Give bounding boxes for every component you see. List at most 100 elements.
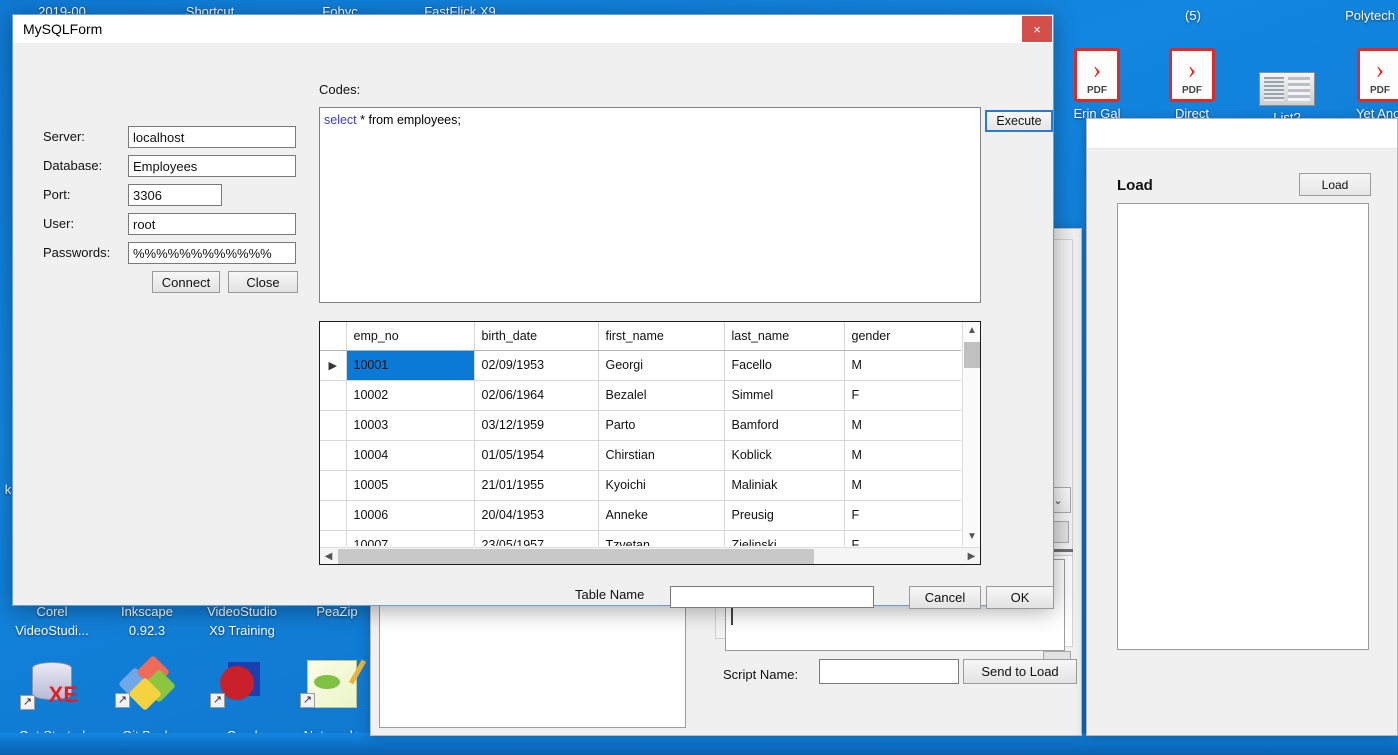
cell-first_name[interactable]: Anneke (598, 500, 725, 531)
oracle-get-started-icon[interactable]: XE ↗ (20, 660, 84, 710)
dialog-titlebar[interactable]: MySQLForm × (13, 15, 1053, 44)
row-marker[interactable] (320, 380, 347, 411)
pdf-file-icon[interactable]: › (1067, 48, 1127, 102)
load-window[interactable]: Load Load (1086, 118, 1398, 736)
field-input-4[interactable]: %%%%%%%%%%%% (128, 242, 296, 264)
shortcut-arrow-icon: ↗ (210, 693, 225, 708)
scroll-left-icon[interactable]: ◀ (320, 548, 337, 565)
cell-birth_date[interactable]: 02/09/1953 (474, 350, 599, 381)
execute-button[interactable]: Execute (985, 110, 1053, 132)
results-grid[interactable]: emp_no birth_date first_name last_name gende… (319, 321, 981, 565)
column-header-first_name[interactable]: first_name (598, 322, 725, 351)
field-input-3[interactable]: root (128, 213, 296, 235)
cell-birth_date[interactable]: 20/04/1953 (474, 500, 599, 531)
load-listbox[interactable] (1117, 203, 1369, 650)
cell-gender[interactable]: M (844, 470, 961, 501)
cell-emp_no[interactable]: 10001 (346, 350, 475, 381)
taskbar[interactable] (0, 733, 1398, 755)
close-icon[interactable]: × (1022, 16, 1052, 42)
table-row[interactable]: 10002 02/06/1964 Bezalel Simmel F (320, 380, 961, 411)
cell-last_name[interactable]: Preusig (724, 500, 845, 531)
field-input-0[interactable]: localhost (128, 126, 296, 148)
table-row[interactable]: 10007 23/05/1957 Tzvetan Zielinski F (320, 530, 961, 546)
cell-birth_date[interactable]: 03/12/1959 (474, 410, 599, 441)
table-row[interactable]: 10006 20/04/1953 Anneke Preusig F (320, 500, 961, 531)
cell-first_name[interactable]: Parto (598, 410, 725, 441)
acrobat-swoosh-icon: › (1375, 55, 1385, 84)
cell-last_name[interactable]: Bamford (724, 410, 845, 441)
cell-birth_date[interactable]: 21/01/1955 (474, 470, 599, 501)
cell-first_name[interactable]: Kyoichi (598, 470, 725, 501)
column-header-emp_no[interactable]: emp_no (346, 322, 475, 351)
cell-emp_no[interactable]: 10002 (346, 380, 475, 411)
ok-button[interactable]: OK (986, 586, 1054, 609)
cell-last_name[interactable]: Facello (724, 350, 845, 381)
cell-last_name[interactable]: Zielinski (724, 530, 845, 546)
cell-emp_no[interactable]: 10007 (346, 530, 475, 546)
field-input-2[interactable]: 3306 (128, 184, 222, 206)
cell-first_name[interactable]: Bezalel (598, 380, 725, 411)
corel-screencap-icon[interactable]: ↗ (210, 660, 274, 708)
column-header-last_name[interactable]: last_name (724, 322, 845, 351)
table-name-input[interactable] (670, 586, 874, 608)
cell-gender[interactable]: M (844, 350, 961, 381)
scroll-down-icon[interactable]: ▼ (963, 528, 981, 546)
load-window-titlebar[interactable] (1087, 119, 1397, 149)
cell-last_name[interactable]: Koblick (724, 440, 845, 471)
field-input-1[interactable]: Employees (128, 155, 296, 177)
cell-gender[interactable]: M (844, 410, 961, 441)
mysql-form-dialog[interactable]: MySQLForm × Server: localhost Database: Emp… (12, 14, 1054, 609)
grid-vertical-scrollbar[interactable]: ▲ ▼ (962, 322, 980, 546)
script-name-input[interactable] (819, 659, 959, 684)
cell-emp_no[interactable]: 10005 (346, 470, 475, 501)
notepad-plus-icon[interactable]: ↗ (300, 659, 367, 708)
load-button[interactable]: Load (1299, 173, 1371, 196)
cell-gender[interactable]: F (844, 530, 961, 546)
cell-first_name[interactable]: Georgi (598, 350, 725, 381)
cell-first_name[interactable]: Tzvetan (598, 530, 725, 546)
cancel-button[interactable]: Cancel (909, 586, 981, 609)
cell-emp_no[interactable]: 10003 (346, 410, 475, 441)
git-bash-icon[interactable]: ↗ (115, 655, 179, 711)
table-row[interactable]: 10005 21/01/1955 Kyoichi Maliniak M (320, 470, 961, 501)
column-header-gender[interactable]: gender (844, 322, 961, 351)
row-marker[interactable] (320, 530, 347, 546)
cell-last_name[interactable]: Simmel (724, 380, 845, 411)
row-marker[interactable]: ▶ (320, 350, 347, 381)
row-marker[interactable] (320, 410, 347, 441)
cell-birth_date[interactable]: 01/05/1954 (474, 440, 599, 471)
row-marker[interactable] (320, 470, 347, 501)
horizontal-scroll-thumb[interactable] (338, 549, 814, 564)
cell-gender[interactable]: F (844, 380, 961, 411)
cell-birth_date[interactable]: 23/05/1957 (474, 530, 599, 546)
column-header-birth_date[interactable]: birth_date (474, 322, 599, 351)
vertical-scroll-thumb[interactable] (964, 342, 980, 368)
bg-left-output-pane[interactable] (379, 603, 686, 728)
cell-emp_no[interactable]: 10004 (346, 440, 475, 471)
table-row[interactable]: ▶ 10001 02/09/1953 Georgi Facello M (320, 350, 961, 381)
row-marker[interactable] (320, 440, 347, 471)
scroll-right-icon[interactable]: ▶ (963, 548, 980, 565)
table-row[interactable]: 10003 03/12/1959 Parto Bamford M (320, 410, 961, 441)
cell-gender[interactable]: M (844, 440, 961, 471)
table-row[interactable]: 10004 01/05/1954 Chirstian Koblick M (320, 440, 961, 471)
cell-last_name[interactable]: Maliniak (724, 470, 845, 501)
results-table: emp_no birth_date first_name last_name gende… (320, 322, 961, 546)
close-button[interactable]: Close (228, 271, 298, 293)
current-row-arrow-icon: ▶ (328, 360, 337, 372)
cell-birth_date[interactable]: 02/06/1964 (474, 380, 599, 411)
row-marker[interactable] (320, 500, 347, 531)
cell-first_name[interactable]: Chirstian (598, 440, 725, 471)
pdf-file-icon[interactable]: › (1350, 48, 1398, 102)
document-window-icon[interactable] (1257, 72, 1317, 106)
cell-emp_no[interactable]: 10006 (346, 500, 475, 531)
pdf-file-icon[interactable]: › (1162, 48, 1222, 102)
sql-keyword: select (324, 113, 357, 127)
grid-horizontal-scrollbar[interactable]: ◀ ▶ (320, 547, 980, 564)
sql-code-editor[interactable]: select * from employees; (319, 107, 981, 303)
window-thumbnail-icon (1259, 72, 1315, 106)
connect-button[interactable]: Connect (152, 271, 220, 293)
scroll-up-icon[interactable]: ▲ (963, 322, 981, 340)
send-to-load-button[interactable]: Send to Load (963, 659, 1077, 684)
cell-gender[interactable]: F (844, 500, 961, 531)
